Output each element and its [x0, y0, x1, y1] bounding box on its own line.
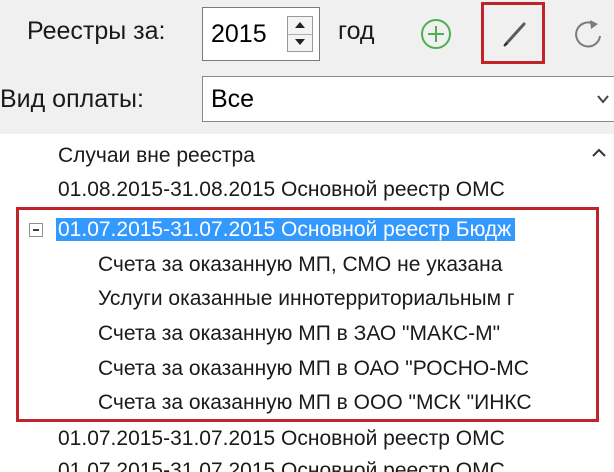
- tree-item[interactable]: Случаи вне реестра: [58, 139, 255, 173]
- selected-group-highlight: [16, 207, 599, 422]
- registries-label: Реестры за:: [27, 17, 166, 45]
- refresh-button[interactable]: [572, 18, 606, 55]
- edit-button-highlight: [481, 2, 545, 64]
- spin-down-button[interactable]: [288, 34, 312, 51]
- payment-value: Все: [211, 85, 255, 113]
- tree-item[interactable]: 01.08.2015-31.08.2015 Основной реестр ОМ…: [58, 173, 505, 207]
- payment-select[interactable]: Все: [202, 76, 614, 122]
- scroll-up-icon[interactable]: [592, 148, 606, 158]
- payment-label: Вид оплаты:: [0, 85, 144, 113]
- spin-up-button[interactable]: [288, 17, 312, 35]
- plus-circle-icon: [421, 19, 451, 49]
- year-value[interactable]: 2015: [211, 20, 267, 49]
- tree-item[interactable]: 01.07.2015-31.07.2015 Основной реестр ОМ…: [58, 422, 505, 456]
- registry-panel: Реестры за: 2015 год Вид оплаты: Все Слу…: [0, 0, 614, 472]
- year-spinner[interactable]: [287, 16, 313, 52]
- triangle-up-icon: [295, 22, 305, 28]
- tree-item[interactable]: 01.07.2015-31.07.2015 Основной реестр ОМ…: [58, 454, 505, 472]
- add-button[interactable]: [420, 18, 452, 55]
- triangle-down-icon: [295, 39, 305, 45]
- chevron-down-icon: [597, 95, 609, 104]
- year-unit-label: год: [338, 17, 375, 45]
- year-spinbox[interactable]: 2015: [202, 7, 320, 61]
- refresh-icon: [575, 20, 601, 48]
